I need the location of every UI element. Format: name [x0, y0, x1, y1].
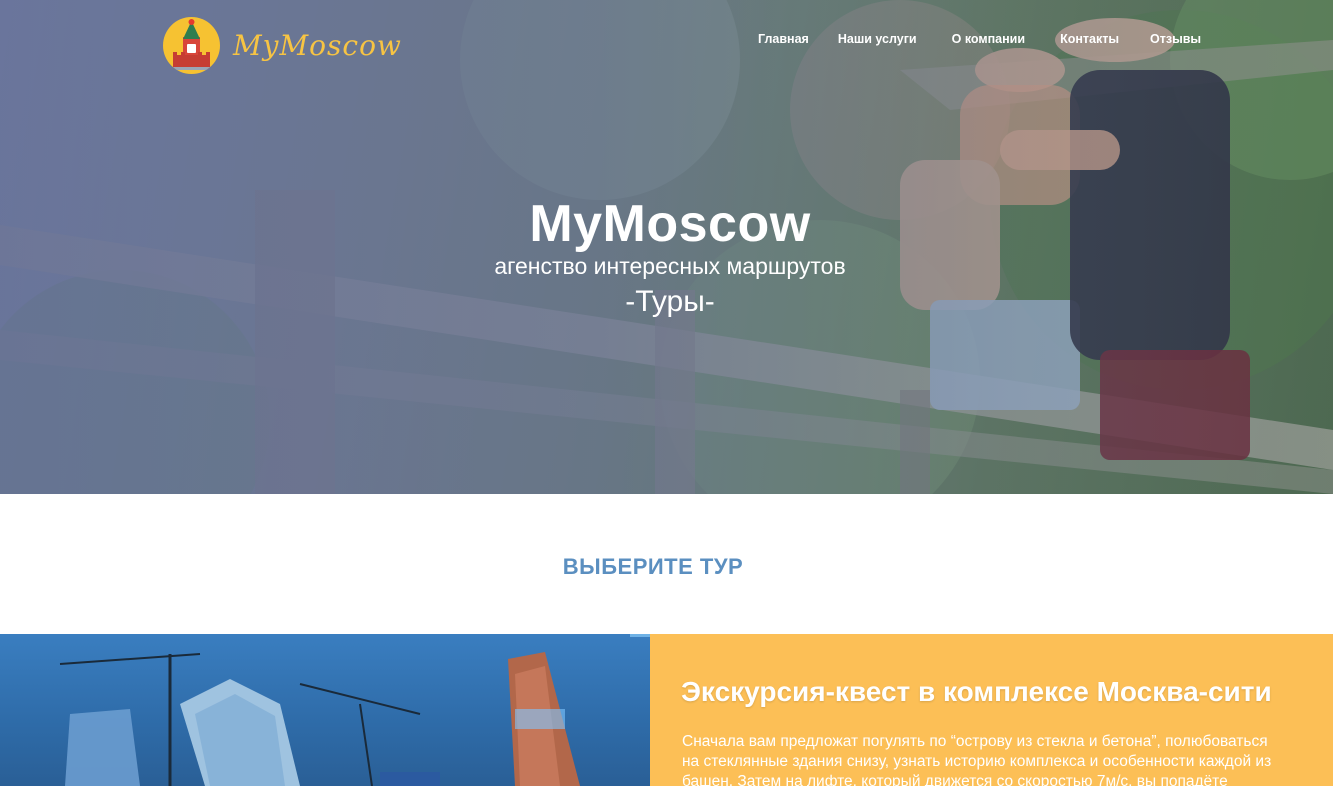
nav-home[interactable]: Главная: [758, 32, 809, 46]
logo-text: MyMoscow: [233, 29, 402, 62]
section-title: ВЫБЕРИТЕ ТУР: [562, 554, 744, 579]
nav-services[interactable]: Наши услуги: [838, 32, 917, 46]
tour-title[interactable]: Экскурсия-квест в комплексе Москва-сити: [681, 676, 1272, 708]
hero-section-label: -Туры-: [625, 285, 715, 318]
tour-description: Сначала вам предложат погулять по “остро…: [682, 733, 1272, 786]
nav-contacts[interactable]: Контакты: [1060, 32, 1119, 46]
hero-subtitle: агенство интересных маршрутов: [494, 253, 846, 279]
tour-image[interactable]: [0, 634, 650, 786]
logo[interactable]: MyMoscow: [163, 17, 402, 74]
moscow-city-photo: [59, 634, 650, 786]
kremlin-tower-icon: [163, 17, 220, 74]
hero-title: MyMoscow: [529, 195, 811, 253]
main-nav: Главная Наши услуги О компании Контакты …: [758, 32, 1201, 46]
nav-reviews[interactable]: Отзывы: [1150, 32, 1201, 46]
tour-card: Экскурсия-квест в комплексе Москва-сити …: [650, 634, 1333, 786]
nav-about[interactable]: О компании: [952, 32, 1025, 46]
